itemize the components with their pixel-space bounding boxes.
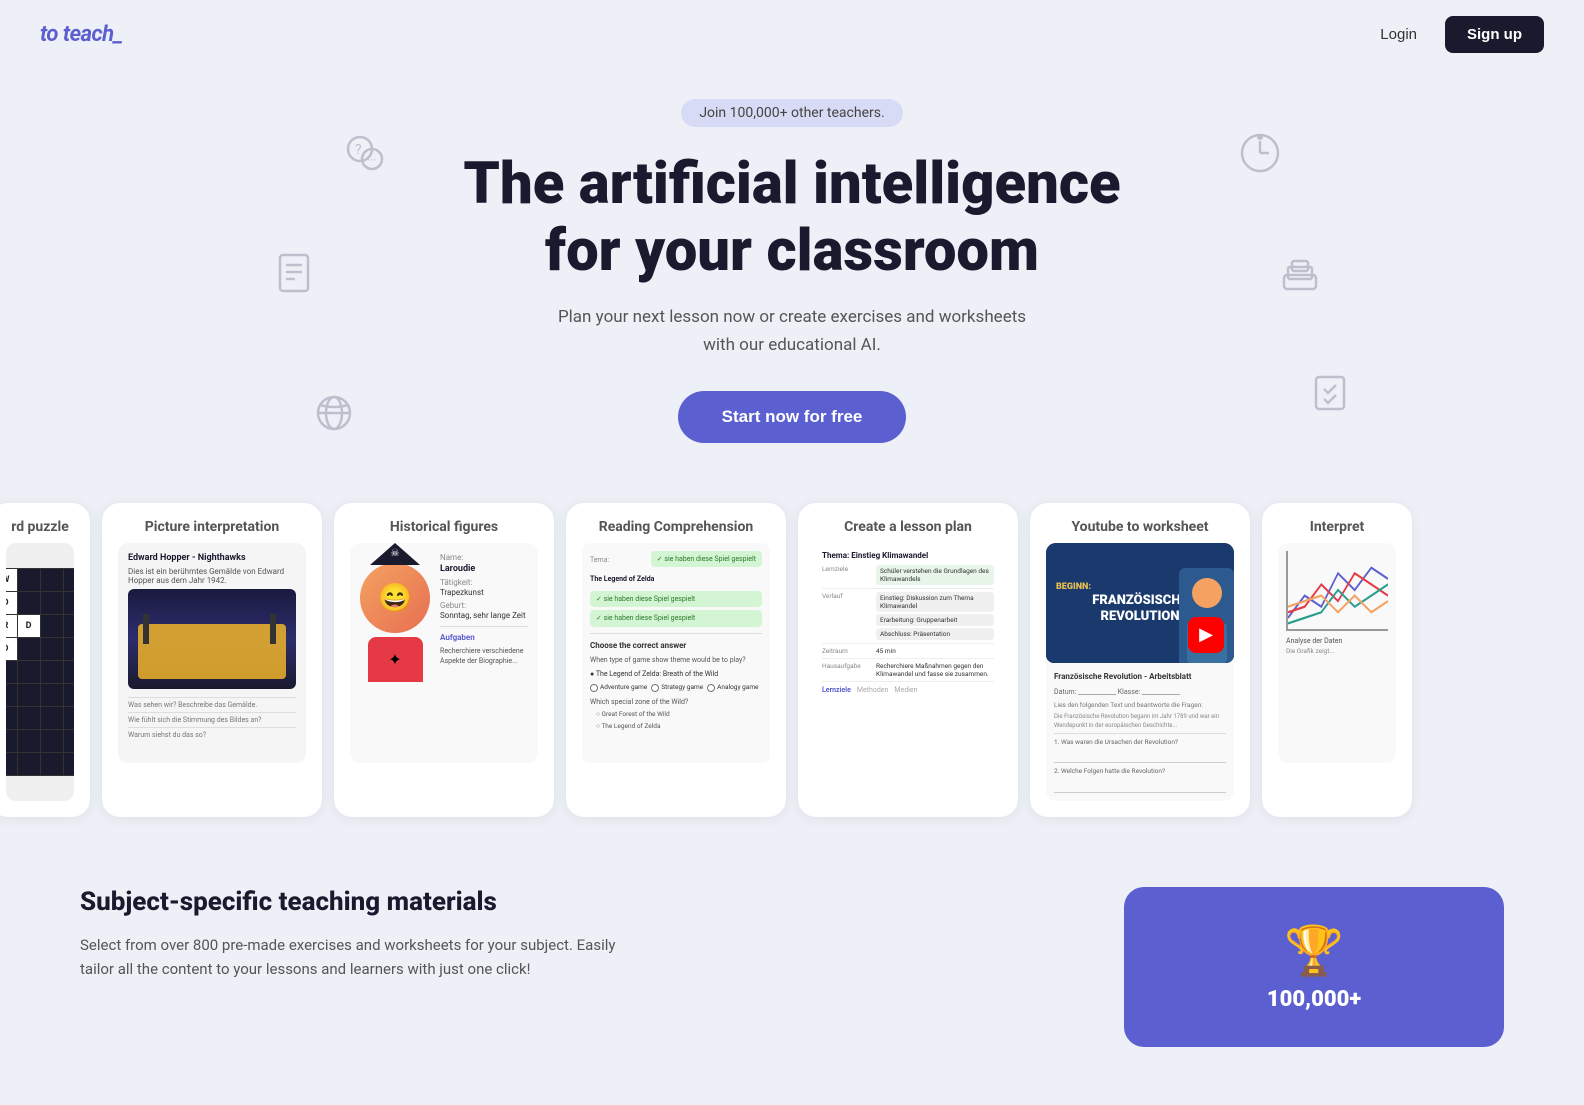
reading-card-content: Tema: ✓ sie haben diese Spiel gespielt T… [582,543,770,763]
bottom-right-text: 100,000+ [1267,987,1361,1012]
card-interpret-label: Interpret [1278,519,1396,535]
divider [128,697,296,698]
cw-cell [41,684,63,706]
cards-strip: rd puzzle W O S R D [0,463,1584,837]
logo: to teach_ [40,22,123,47]
cw-cell [41,661,63,683]
card-reading-comprehension[interactable]: Reading Comprehension Tema: ✓ sie haben … [566,503,786,817]
cw-cell [18,707,40,729]
cw-cell [6,707,17,729]
rc-green-bar: ✓ sie haben diese Spiel gespielt [590,591,762,608]
bottom-right-card: 🏆 100,000+ [1124,887,1504,1047]
card-youtube[interactable]: Youtube to worksheet BEGINN: FRANZÖSISCH… [1030,503,1250,817]
cw-cell [64,661,75,683]
card-reading-label: Reading Comprehension [582,519,770,535]
picture-artist-title: Edward Hopper - Nighthawks [128,553,296,563]
rc-green-bar-2: ✓ sie haben diese Spiel gespielt [590,610,762,627]
hero-badge: Join 100,000+ other teachers. [681,99,902,127]
interpret-card-content: Analyse der Daten Die Grafik zeigt... [1278,543,1396,763]
globe-icon [310,389,358,441]
books-icon [1276,249,1324,301]
historical-card-content: ☠ 😄 ✦ Name: Laroudie Tätigkeit: Trapezku… [350,543,538,763]
cw-cell [41,707,63,729]
cw-cell [41,638,63,660]
cw-cell [41,615,63,637]
q3: Warum siehst du das so? [128,731,296,739]
crossword-grid: W O S R D D [6,568,74,776]
picture-card-content: Edward Hopper - Nighthawks Dies ist ein … [118,543,306,763]
historical-info: Name: Laroudie Tätigkeit: Trapezkunst Ge… [440,553,528,753]
navbar: to teach_ Login Sign up [0,0,1584,69]
cw-cell: R [6,615,17,637]
cw-cell: O [6,592,17,614]
youtube-thumbnail: BEGINN: FRANZÖSISCHEREVOLUTION ▶ [1046,543,1234,663]
cw-cell [6,684,17,706]
card-historical-label: Historical figures [350,519,538,535]
card-youtube-label: Youtube to worksheet [1046,519,1234,535]
lesson-plan-content: Thema: Einstieg Klimawandel Lernziele Sc… [814,543,1002,763]
q2: Wie fühlt sich die Stimmung des Bildes a… [128,716,296,724]
cw-cell [18,661,40,683]
cw-cell [6,730,17,752]
cw-cell [64,615,75,637]
signup-button[interactable]: Sign up [1445,16,1544,53]
pirate-figure: ☠ 😄 ✦ [360,553,430,753]
clock-icon [1236,129,1284,181]
card-word-puzzle-content: W O S R D D [6,543,74,801]
picture-description: Dies ist ein berühmtes Gemälde von Edwar… [128,567,296,585]
youtube-card-content: BEGINN: FRANZÖSISCHEREVOLUTION ▶ Französ… [1046,543,1234,801]
cw-cell [64,569,75,591]
card-picture-interpretation[interactable]: Picture interpretation Edward Hopper - N… [102,503,322,817]
start-cta-button[interactable]: Start now for free [678,391,907,443]
hero-subtitle: Plan your next lesson now or create exer… [542,304,1042,358]
cw-cell [18,592,40,614]
divider [128,712,296,713]
cw-cell [41,753,63,775]
cw-cell [6,753,17,775]
card-word-puzzle-label: rd puzzle [6,519,74,535]
bottom-section: Subject-specific teaching materials Sele… [0,837,1584,1097]
bottom-title: Subject-specific teaching materials [80,887,1084,917]
cw-cell [18,684,40,706]
bottom-left: Subject-specific teaching materials Sele… [80,887,1084,981]
cw-cell [41,592,63,614]
cw-cell [64,730,75,752]
card-lesson-label: Create a lesson plan [814,519,1002,535]
nav-actions: Login Sign up [1364,16,1544,53]
cw-cell [18,569,40,591]
cw-cell [64,638,75,660]
cw-cell [64,684,75,706]
svg-text:?: ? [355,142,362,158]
document-icon [270,249,318,301]
cw-cell [64,753,75,775]
card-picture-label: Picture interpretation [118,519,306,535]
cw-cell [41,569,63,591]
cw-cell [6,661,17,683]
cw-cell [41,730,63,752]
card-interpret[interactable]: Interpret Analyse der Daten Die Grafik z… [1262,503,1412,817]
login-button[interactable]: Login [1364,18,1433,51]
cw-cell: D [18,615,40,637]
divider [128,727,296,728]
cw-cell [18,730,40,752]
youtube-play-button[interactable]: ▶ [1188,617,1224,653]
svg-text:···: ··· [367,153,376,167]
hero-title: The artificial intelligence for your cla… [392,151,1192,284]
card-lesson-plan[interactable]: Create a lesson plan Thema: Einstieg Kli… [798,503,1018,817]
cw-cell [18,638,40,660]
cw-cell: D [6,638,17,660]
q1: Was sehen wir? Beschreibe das Gemälde. [128,701,296,709]
bottom-description: Select from over 800 pre-made exercises … [80,933,640,981]
checklist-icon [1306,369,1354,421]
card-word-puzzle[interactable]: rd puzzle W O S R D [0,503,90,817]
hero-section: ? ··· [0,69,1584,463]
cw-cell [64,707,75,729]
cw-cell [64,592,75,614]
trophy-icon: 🏆 [1284,922,1344,979]
question-icon: ? ··· [340,129,388,181]
card-historical-figures[interactable]: Historical figures ☠ 😄 ✦ Name: [334,503,554,817]
cw-cell [18,753,40,775]
cw-cell: W [6,569,17,591]
